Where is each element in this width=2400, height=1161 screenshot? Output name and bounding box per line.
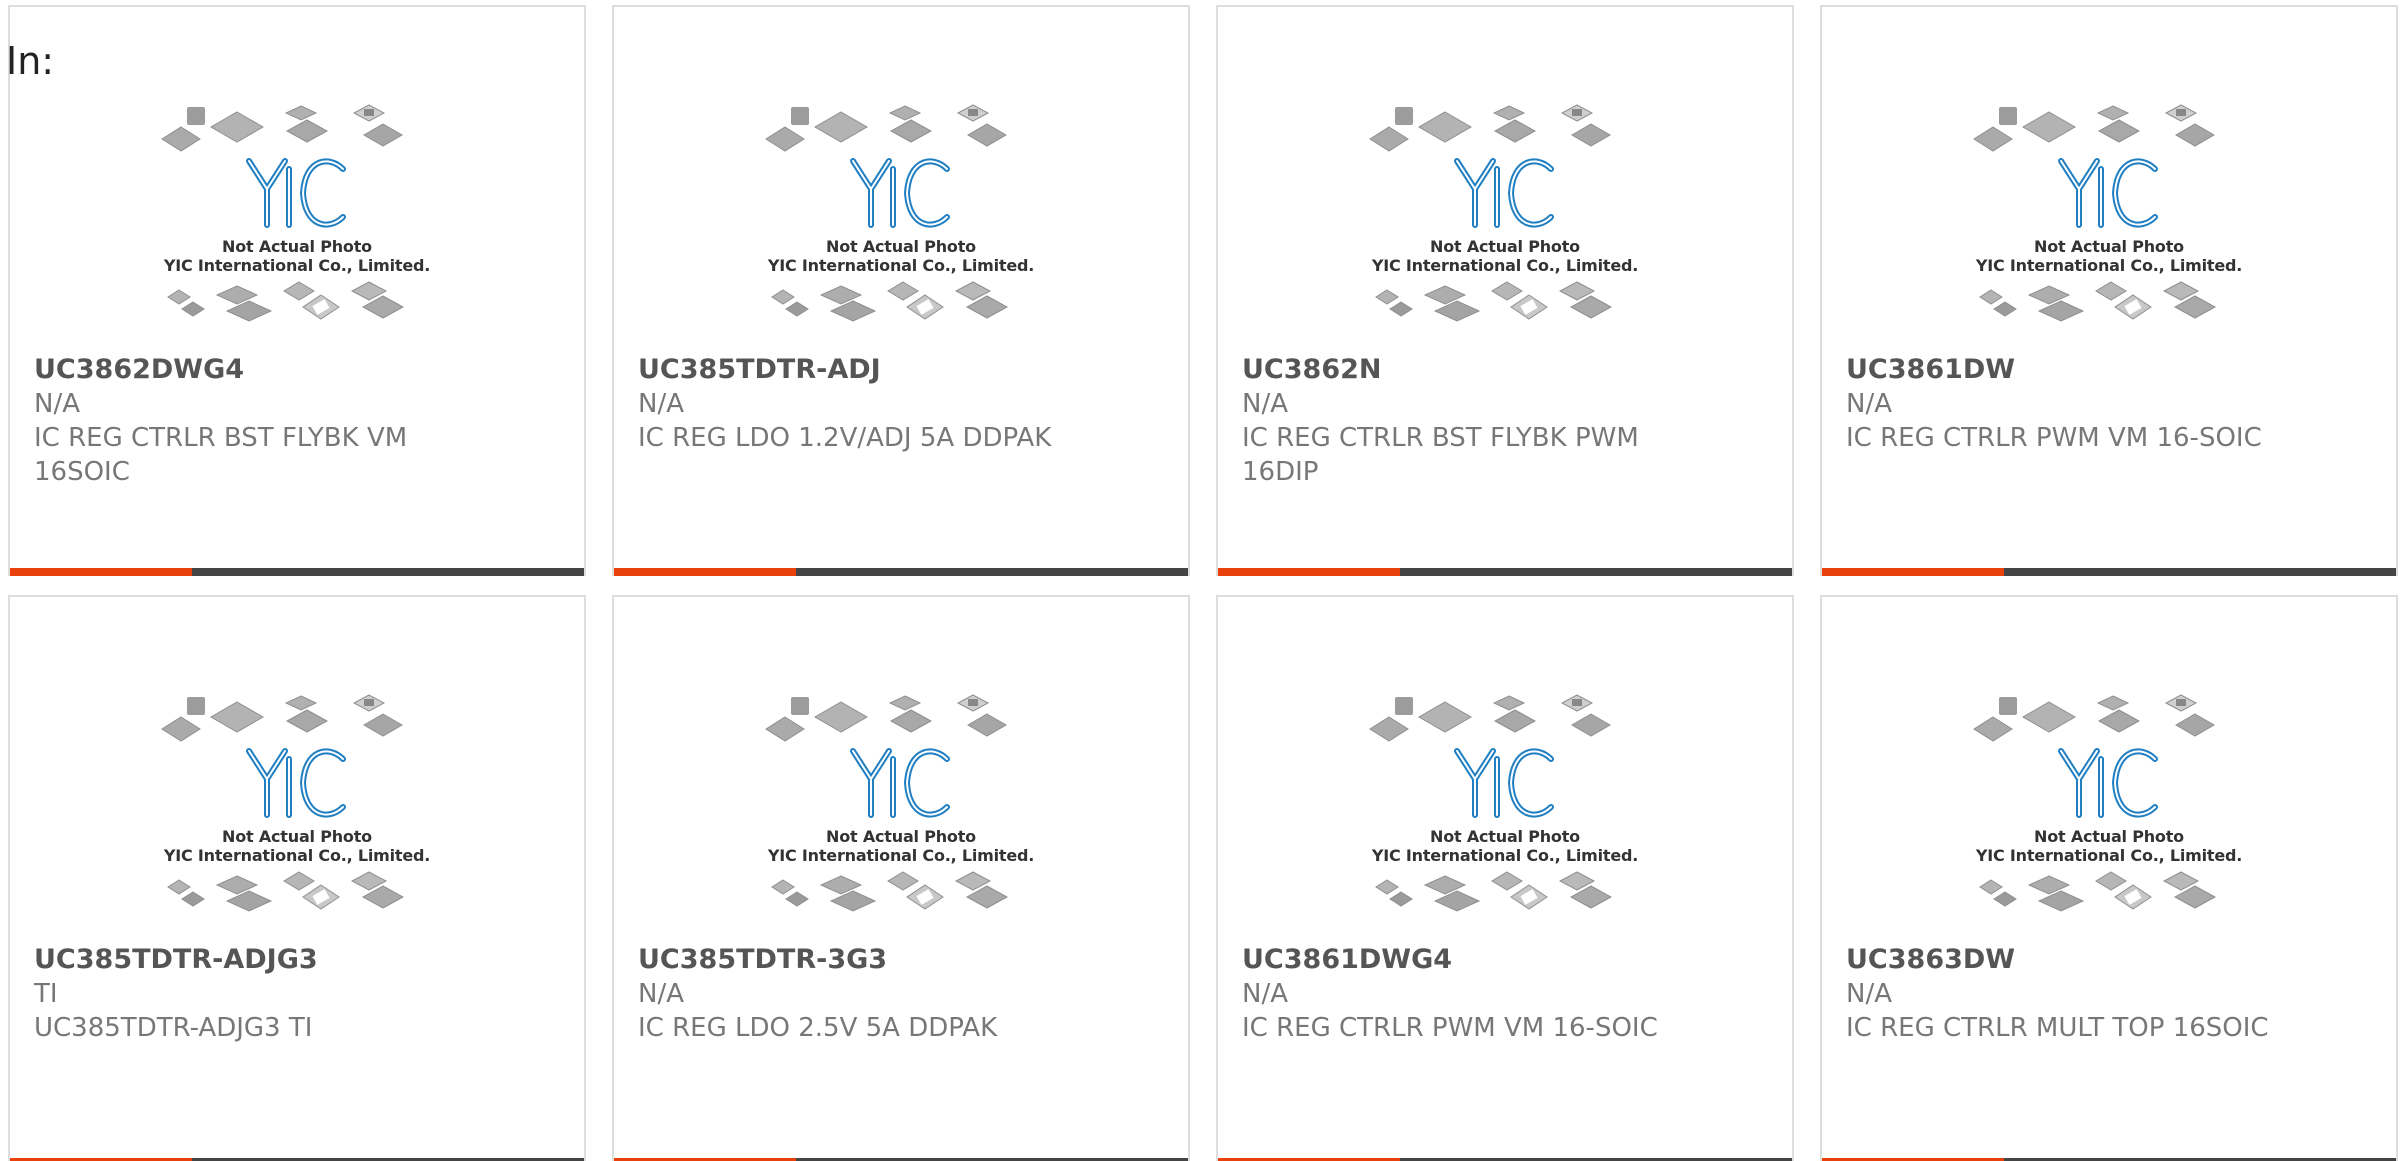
chip-collage-image	[1369, 104, 1613, 322]
product-info: UC3863DW N/A IC REG CTRLR MULT TOP 16SOI…	[1846, 943, 2376, 1045]
product-photo-placeholder[interactable]: Not Actual Photo YIC International Co., …	[10, 97, 584, 347]
card-accent-bar	[10, 568, 584, 576]
product-card[interactable]: Not Actual Photo YIC International Co., …	[1820, 595, 2398, 1161]
product-manufacturer: N/A	[34, 389, 80, 419]
product-card[interactable]: Not Actual Photo YIC International Co., …	[612, 595, 1190, 1161]
photo-caption: Not Actual Photo YIC International Co., …	[1218, 827, 1792, 865]
chip-collage-image	[1369, 694, 1613, 912]
chip-collage-image	[161, 694, 405, 912]
product-part-number[interactable]: UC385TDTR-ADJ	[638, 353, 1168, 387]
chip-collage-image	[765, 104, 1009, 322]
product-photo-placeholder[interactable]: Not Actual Photo YIC International Co., …	[10, 687, 584, 937]
product-description: IC REG CTRLR BST FLYBK PWM 16DIP	[1242, 423, 1639, 487]
photo-caption-line2: YIC International Co., Limited.	[1975, 846, 2243, 865]
photo-caption-line1: Not Actual Photo	[826, 827, 976, 846]
photo-caption-line1: Not Actual Photo	[1430, 827, 1580, 846]
product-card[interactable]: Not Actual Photo YIC International Co., …	[8, 595, 586, 1161]
product-part-number[interactable]: UC3863DW	[1846, 943, 2376, 977]
product-part-number[interactable]: UC3862N	[1242, 353, 1772, 387]
product-info: UC3862N N/A IC REG CTRLR BST FLYBK PWM 1…	[1242, 353, 1772, 489]
product-part-number[interactable]: UC3861DWG4	[1242, 943, 1772, 977]
photo-caption-line1: Not Actual Photo	[222, 827, 372, 846]
product-info: UC3861DWG4 N/A IC REG CTRLR PWM VM 16-SO…	[1242, 943, 1772, 1045]
photo-caption: Not Actual Photo YIC International Co., …	[1822, 827, 2396, 865]
product-manufacturer: N/A	[1242, 389, 1288, 419]
product-card[interactable]: Not Actual Photo YIC International Co., …	[612, 5, 1190, 576]
photo-caption: Not Actual Photo YIC International Co., …	[1218, 237, 1792, 275]
product-description: IC REG LDO 1.2V/ADJ 5A DDPAK	[638, 423, 1052, 453]
photo-caption-line2: YIC International Co., Limited.	[1371, 256, 1639, 275]
photo-caption: Not Actual Photo YIC International Co., …	[614, 237, 1188, 275]
photo-caption-line2: YIC International Co., Limited.	[163, 846, 431, 865]
product-card[interactable]: Not Actual Photo YIC International Co., …	[1216, 5, 1794, 576]
card-accent-bar	[614, 568, 1188, 576]
product-part-number[interactable]: UC385TDTR-ADJG3	[34, 943, 564, 977]
product-grid-page: In: Not Actual Photo YIC International C…	[0, 0, 2400, 1161]
product-info: UC385TDTR-ADJG3 TI UC385TDTR-ADJG3 TI	[34, 943, 564, 1045]
product-manufacturer: TI	[34, 979, 58, 1009]
filter-heading: In:	[6, 39, 55, 83]
product-description: IC REG CTRLR PWM VM 16-SOIC	[1242, 1013, 1658, 1043]
product-info: UC385TDTR-3G3 N/A IC REG LDO 2.5V 5A DDP…	[638, 943, 1168, 1045]
photo-caption-line1: Not Actual Photo	[222, 237, 372, 256]
product-info: UC385TDTR-ADJ N/A IC REG LDO 1.2V/ADJ 5A…	[638, 353, 1168, 455]
product-photo-placeholder[interactable]: Not Actual Photo YIC International Co., …	[614, 97, 1188, 347]
product-manufacturer: N/A	[1242, 979, 1288, 1009]
product-info: UC3862DWG4 N/A IC REG CTRLR BST FLYBK VM…	[34, 353, 564, 489]
photo-caption-line2: YIC International Co., Limited.	[767, 256, 1035, 275]
product-manufacturer: N/A	[638, 979, 684, 1009]
chip-collage-image	[1973, 694, 2217, 912]
photo-caption-line2: YIC International Co., Limited.	[1371, 846, 1639, 865]
photo-caption-line1: Not Actual Photo	[1430, 237, 1580, 256]
chip-collage-image	[1973, 104, 2217, 322]
photo-caption: Not Actual Photo YIC International Co., …	[10, 237, 584, 275]
product-photo-placeholder[interactable]: Not Actual Photo YIC International Co., …	[1822, 687, 2396, 937]
product-part-number[interactable]: UC385TDTR-3G3	[638, 943, 1168, 977]
card-accent-bar	[1822, 568, 2396, 576]
product-photo-placeholder[interactable]: Not Actual Photo YIC International Co., …	[614, 687, 1188, 937]
product-card[interactable]: Not Actual Photo YIC International Co., …	[8, 5, 586, 576]
product-part-number[interactable]: UC3862DWG4	[34, 353, 564, 387]
product-card[interactable]: Not Actual Photo YIC International Co., …	[1216, 595, 1794, 1161]
photo-caption-line2: YIC International Co., Limited.	[1975, 256, 2243, 275]
product-photo-placeholder[interactable]: Not Actual Photo YIC International Co., …	[1218, 97, 1792, 347]
product-description: IC REG CTRLR BST FLYBK VM 16SOIC	[34, 423, 408, 487]
product-description: IC REG CTRLR PWM VM 16-SOIC	[1846, 423, 2262, 453]
chip-collage-image	[765, 694, 1009, 912]
photo-caption-line2: YIC International Co., Limited.	[163, 256, 431, 275]
photo-caption-line1: Not Actual Photo	[826, 237, 976, 256]
photo-caption-line2: YIC International Co., Limited.	[767, 846, 1035, 865]
product-manufacturer: N/A	[638, 389, 684, 419]
product-part-number[interactable]: UC3861DW	[1846, 353, 2376, 387]
photo-caption-line1: Not Actual Photo	[2034, 827, 2184, 846]
photo-caption: Not Actual Photo YIC International Co., …	[1822, 237, 2396, 275]
photo-caption-line1: Not Actual Photo	[2034, 237, 2184, 256]
product-description: IC REG LDO 2.5V 5A DDPAK	[638, 1013, 998, 1043]
photo-caption: Not Actual Photo YIC International Co., …	[10, 827, 584, 865]
product-description: IC REG CTRLR MULT TOP 16SOIC	[1846, 1013, 2269, 1043]
product-card[interactable]: Not Actual Photo YIC International Co., …	[1820, 5, 2398, 576]
product-photo-placeholder[interactable]: Not Actual Photo YIC International Co., …	[1218, 687, 1792, 937]
card-accent-bar	[1218, 568, 1792, 576]
product-photo-placeholder[interactable]: Not Actual Photo YIC International Co., …	[1822, 97, 2396, 347]
product-info: UC3861DW N/A IC REG CTRLR PWM VM 16-SOIC	[1846, 353, 2376, 455]
product-description: UC385TDTR-ADJG3 TI	[34, 1013, 313, 1043]
product-manufacturer: N/A	[1846, 979, 1892, 1009]
chip-collage-image	[161, 104, 405, 322]
product-manufacturer: N/A	[1846, 389, 1892, 419]
photo-caption: Not Actual Photo YIC International Co., …	[614, 827, 1188, 865]
